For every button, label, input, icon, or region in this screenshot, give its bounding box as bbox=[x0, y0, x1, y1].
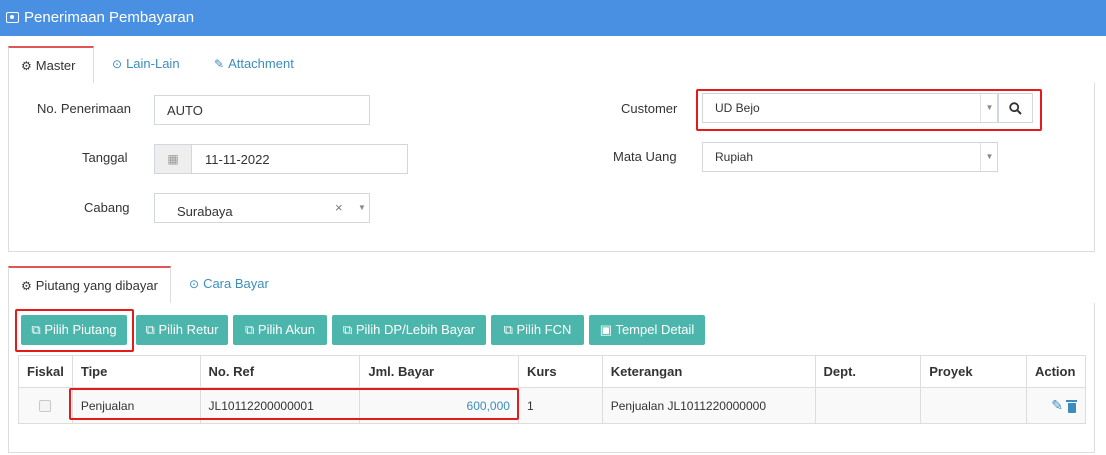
mata-uang-select[interactable]: Rupiah ▼ bbox=[702, 142, 998, 172]
check-circle-icon: ⊙ bbox=[189, 277, 200, 291]
tempel-detail-button[interactable]: ▣ Tempel Detail bbox=[589, 315, 705, 345]
col-fiskal: Fiskal bbox=[18, 355, 73, 388]
window-title: Penerimaan Pembayaran bbox=[24, 9, 195, 26]
pilih-retur-button[interactable]: ⧉ Pilih Retur bbox=[136, 315, 228, 345]
col-proyek: Proyek bbox=[920, 355, 1027, 388]
col-no-ref: No. Ref bbox=[199, 355, 361, 388]
copy-icon: ⧉ bbox=[244, 322, 255, 337]
chevron-down-icon[interactable]: ▼ bbox=[980, 143, 998, 171]
cabang-label: Cabang bbox=[84, 200, 130, 215]
trash-icon[interactable] bbox=[1066, 400, 1077, 414]
detail-tab-strip: ⚙ Piutang yang dibayar ⊙ Cara Bayar bbox=[8, 266, 1095, 304]
col-kurs: Kurs bbox=[517, 355, 603, 388]
master-tab-strip: ⚙ Master ⊙ Lain-Lain ✎ Attachment bbox=[8, 46, 1095, 84]
tab-lain-lain[interactable]: ⊙ Lain-Lain bbox=[100, 46, 192, 84]
calendar-icon[interactable]: ▦ bbox=[155, 145, 192, 173]
pencil-icon[interactable]: ✎ bbox=[1051, 397, 1063, 414]
cabang-select[interactable]: Surabaya × ▼ bbox=[154, 193, 370, 223]
cogs-icon: ⚙ bbox=[21, 59, 32, 73]
pilih-fcn-button[interactable]: ⧉ Pilih FCN bbox=[491, 315, 584, 345]
table-header-row: Fiskal Tipe No. Ref Jml. Bayar Kurs Kete… bbox=[18, 355, 1087, 388]
no-penerimaan-input[interactable]: AUTO bbox=[154, 95, 370, 125]
tab-cara-bayar[interactable]: ⊙ Cara Bayar bbox=[177, 266, 281, 304]
clear-icon[interactable]: × bbox=[335, 200, 343, 215]
no-penerimaan-label: No. Penerimaan bbox=[37, 101, 131, 116]
customer-label: Customer bbox=[621, 101, 678, 116]
paste-icon: ▣ bbox=[599, 322, 613, 337]
dept-cell bbox=[814, 387, 922, 424]
chevron-down-icon[interactable]: ▼ bbox=[353, 194, 371, 222]
mata-uang-label: Mata Uang bbox=[613, 149, 677, 164]
col-tipe: Tipe bbox=[71, 355, 201, 388]
tab-attachment[interactable]: ✎ Attachment bbox=[202, 46, 306, 84]
copy-icon: ⧉ bbox=[145, 322, 155, 337]
tanggal-label: Tanggal bbox=[82, 150, 128, 165]
fiskal-cell bbox=[18, 387, 73, 424]
cogs-icon: ⚙ bbox=[21, 279, 32, 293]
tab-master[interactable]: ⚙ Master bbox=[8, 46, 94, 84]
customer-highlight bbox=[696, 89, 1042, 131]
tanggal-input[interactable]: ▦ 11-11-2022 bbox=[154, 144, 408, 174]
col-jml-bayar: Jml. Bayar bbox=[359, 355, 519, 388]
action-cell: ✎ bbox=[1025, 387, 1087, 424]
kurs-cell: 1 bbox=[517, 387, 603, 424]
paperclip-icon: ✎ bbox=[214, 57, 225, 71]
copy-icon: ⧉ bbox=[342, 322, 353, 337]
col-action: Action bbox=[1025, 355, 1087, 388]
pilih-dp-button[interactable]: ⧉ Pilih DP/Lebih Bayar bbox=[332, 315, 486, 345]
proyek-cell bbox=[920, 387, 1027, 424]
fiskal-checkbox[interactable] bbox=[39, 400, 52, 413]
col-dept: Dept. bbox=[814, 355, 922, 388]
col-keterangan: Keterangan bbox=[601, 355, 816, 388]
money-icon bbox=[6, 12, 19, 23]
keterangan-cell: Penjualan JL1011220000000 bbox=[601, 387, 816, 424]
tab-piutang-yang-dibayar[interactable]: ⚙ Piutang yang dibayar bbox=[8, 266, 171, 304]
pilih-piutang-highlight bbox=[15, 309, 134, 352]
copy-icon: ⧉ bbox=[503, 322, 513, 337]
check-circle-icon: ⊙ bbox=[112, 57, 123, 71]
pilih-akun-button[interactable]: ⧉ Pilih Akun bbox=[233, 315, 327, 345]
row-highlight bbox=[69, 388, 519, 420]
window-titlebar: Penerimaan Pembayaran bbox=[0, 0, 1106, 36]
